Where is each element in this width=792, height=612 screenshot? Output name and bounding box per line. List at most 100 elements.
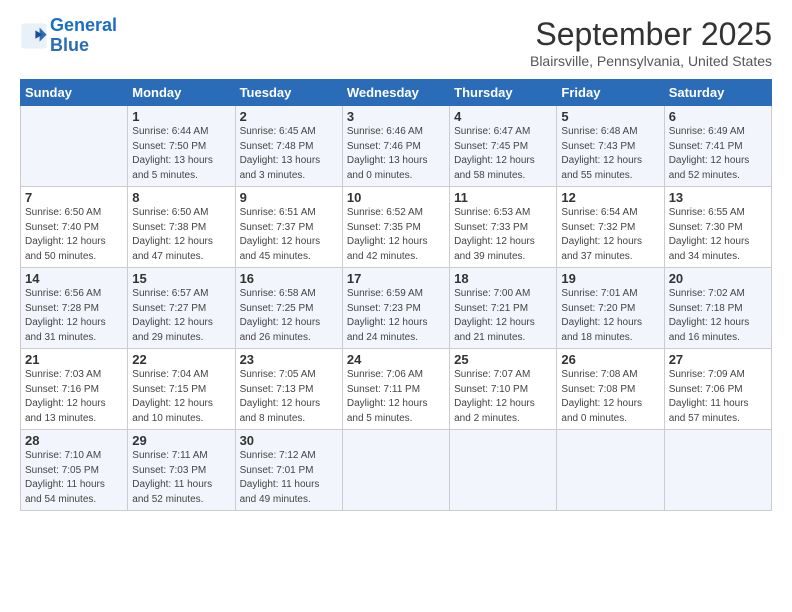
calendar-day-header: Thursday bbox=[450, 80, 557, 106]
day-info: Sunrise: 6:47 AM Sunset: 7:45 PM Dayligh… bbox=[454, 125, 552, 183]
day-info: Sunrise: 6:52 AM Sunset: 7:35 PM Dayligh… bbox=[347, 206, 445, 264]
day-number: 16 bbox=[240, 271, 338, 286]
calendar-cell: 24Sunrise: 7:06 AM Sunset: 7:11 PM Dayli… bbox=[342, 349, 449, 430]
calendar-cell: 6Sunrise: 6:49 AM Sunset: 7:41 PM Daylig… bbox=[664, 106, 771, 187]
day-number: 3 bbox=[347, 109, 445, 124]
day-info: Sunrise: 6:44 AM Sunset: 7:50 PM Dayligh… bbox=[132, 125, 230, 183]
day-info: Sunrise: 7:05 AM Sunset: 7:13 PM Dayligh… bbox=[240, 368, 338, 426]
calendar-header-row: SundayMondayTuesdayWednesdayThursdayFrid… bbox=[21, 80, 772, 106]
day-info: Sunrise: 6:48 AM Sunset: 7:43 PM Dayligh… bbox=[561, 125, 659, 183]
day-number: 2 bbox=[240, 109, 338, 124]
day-number: 14 bbox=[25, 271, 123, 286]
calendar-cell: 9Sunrise: 6:51 AM Sunset: 7:37 PM Daylig… bbox=[235, 187, 342, 268]
calendar-day-header: Tuesday bbox=[235, 80, 342, 106]
day-info: Sunrise: 6:50 AM Sunset: 7:40 PM Dayligh… bbox=[25, 206, 123, 264]
day-number: 5 bbox=[561, 109, 659, 124]
day-info: Sunrise: 7:06 AM Sunset: 7:11 PM Dayligh… bbox=[347, 368, 445, 426]
calendar-cell bbox=[342, 430, 449, 511]
calendar-cell bbox=[664, 430, 771, 511]
day-info: Sunrise: 7:03 AM Sunset: 7:16 PM Dayligh… bbox=[25, 368, 123, 426]
day-number: 17 bbox=[347, 271, 445, 286]
day-number: 24 bbox=[347, 352, 445, 367]
calendar-week-row: 14Sunrise: 6:56 AM Sunset: 7:28 PM Dayli… bbox=[21, 268, 772, 349]
day-number: 19 bbox=[561, 271, 659, 286]
calendar-cell bbox=[21, 106, 128, 187]
calendar-cell: 25Sunrise: 7:07 AM Sunset: 7:10 PM Dayli… bbox=[450, 349, 557, 430]
day-number: 6 bbox=[669, 109, 767, 124]
calendar-cell: 27Sunrise: 7:09 AM Sunset: 7:06 PM Dayli… bbox=[664, 349, 771, 430]
calendar-week-row: 7Sunrise: 6:50 AM Sunset: 7:40 PM Daylig… bbox=[21, 187, 772, 268]
day-info: Sunrise: 7:01 AM Sunset: 7:20 PM Dayligh… bbox=[561, 287, 659, 345]
month-title: September 2025 bbox=[530, 16, 772, 53]
calendar-cell: 11Sunrise: 6:53 AM Sunset: 7:33 PM Dayli… bbox=[450, 187, 557, 268]
calendar-week-row: 21Sunrise: 7:03 AM Sunset: 7:16 PM Dayli… bbox=[21, 349, 772, 430]
calendar-cell: 28Sunrise: 7:10 AM Sunset: 7:05 PM Dayli… bbox=[21, 430, 128, 511]
day-number: 22 bbox=[132, 352, 230, 367]
day-number: 26 bbox=[561, 352, 659, 367]
calendar-cell: 1Sunrise: 6:44 AM Sunset: 7:50 PM Daylig… bbox=[128, 106, 235, 187]
day-info: Sunrise: 6:45 AM Sunset: 7:48 PM Dayligh… bbox=[240, 125, 338, 183]
calendar-cell: 29Sunrise: 7:11 AM Sunset: 7:03 PM Dayli… bbox=[128, 430, 235, 511]
day-info: Sunrise: 7:00 AM Sunset: 7:21 PM Dayligh… bbox=[454, 287, 552, 345]
day-info: Sunrise: 6:58 AM Sunset: 7:25 PM Dayligh… bbox=[240, 287, 338, 345]
calendar-cell: 8Sunrise: 6:50 AM Sunset: 7:38 PM Daylig… bbox=[128, 187, 235, 268]
calendar-cell: 23Sunrise: 7:05 AM Sunset: 7:13 PM Dayli… bbox=[235, 349, 342, 430]
day-number: 28 bbox=[25, 433, 123, 448]
calendar-cell: 30Sunrise: 7:12 AM Sunset: 7:01 PM Dayli… bbox=[235, 430, 342, 511]
day-info: Sunrise: 7:09 AM Sunset: 7:06 PM Dayligh… bbox=[669, 368, 767, 426]
day-info: Sunrise: 7:12 AM Sunset: 7:01 PM Dayligh… bbox=[240, 449, 338, 507]
calendar-cell: 18Sunrise: 7:00 AM Sunset: 7:21 PM Dayli… bbox=[450, 268, 557, 349]
day-info: Sunrise: 6:56 AM Sunset: 7:28 PM Dayligh… bbox=[25, 287, 123, 345]
logo: General Blue bbox=[20, 16, 117, 56]
logo-general: General bbox=[50, 15, 117, 35]
calendar-cell: 4Sunrise: 6:47 AM Sunset: 7:45 PM Daylig… bbox=[450, 106, 557, 187]
day-info: Sunrise: 6:46 AM Sunset: 7:46 PM Dayligh… bbox=[347, 125, 445, 183]
day-number: 27 bbox=[669, 352, 767, 367]
calendar-table: SundayMondayTuesdayWednesdayThursdayFrid… bbox=[20, 79, 772, 511]
day-info: Sunrise: 7:10 AM Sunset: 7:05 PM Dayligh… bbox=[25, 449, 123, 507]
day-number: 20 bbox=[669, 271, 767, 286]
day-number: 29 bbox=[132, 433, 230, 448]
day-info: Sunrise: 6:59 AM Sunset: 7:23 PM Dayligh… bbox=[347, 287, 445, 345]
calendar-week-row: 28Sunrise: 7:10 AM Sunset: 7:05 PM Dayli… bbox=[21, 430, 772, 511]
calendar-cell: 3Sunrise: 6:46 AM Sunset: 7:46 PM Daylig… bbox=[342, 106, 449, 187]
calendar-day-header: Saturday bbox=[664, 80, 771, 106]
day-info: Sunrise: 7:02 AM Sunset: 7:18 PM Dayligh… bbox=[669, 287, 767, 345]
calendar-cell: 26Sunrise: 7:08 AM Sunset: 7:08 PM Dayli… bbox=[557, 349, 664, 430]
day-info: Sunrise: 6:50 AM Sunset: 7:38 PM Dayligh… bbox=[132, 206, 230, 264]
calendar-cell: 16Sunrise: 6:58 AM Sunset: 7:25 PM Dayli… bbox=[235, 268, 342, 349]
day-number: 11 bbox=[454, 190, 552, 205]
day-number: 21 bbox=[25, 352, 123, 367]
day-info: Sunrise: 6:57 AM Sunset: 7:27 PM Dayligh… bbox=[132, 287, 230, 345]
calendar-day-header: Friday bbox=[557, 80, 664, 106]
calendar-cell bbox=[557, 430, 664, 511]
calendar-cell: 21Sunrise: 7:03 AM Sunset: 7:16 PM Dayli… bbox=[21, 349, 128, 430]
day-number: 4 bbox=[454, 109, 552, 124]
day-number: 8 bbox=[132, 190, 230, 205]
calendar-week-row: 1Sunrise: 6:44 AM Sunset: 7:50 PM Daylig… bbox=[21, 106, 772, 187]
calendar-cell: 13Sunrise: 6:55 AM Sunset: 7:30 PM Dayli… bbox=[664, 187, 771, 268]
location-subtitle: Blairsville, Pennsylvania, United States bbox=[530, 53, 772, 69]
day-info: Sunrise: 6:55 AM Sunset: 7:30 PM Dayligh… bbox=[669, 206, 767, 264]
day-info: Sunrise: 6:53 AM Sunset: 7:33 PM Dayligh… bbox=[454, 206, 552, 264]
day-info: Sunrise: 7:11 AM Sunset: 7:03 PM Dayligh… bbox=[132, 449, 230, 507]
calendar-cell: 15Sunrise: 6:57 AM Sunset: 7:27 PM Dayli… bbox=[128, 268, 235, 349]
day-info: Sunrise: 7:08 AM Sunset: 7:08 PM Dayligh… bbox=[561, 368, 659, 426]
day-info: Sunrise: 7:04 AM Sunset: 7:15 PM Dayligh… bbox=[132, 368, 230, 426]
header: General Blue September 2025 Blairsville,… bbox=[20, 16, 772, 69]
day-info: Sunrise: 7:07 AM Sunset: 7:10 PM Dayligh… bbox=[454, 368, 552, 426]
calendar-cell: 2Sunrise: 6:45 AM Sunset: 7:48 PM Daylig… bbox=[235, 106, 342, 187]
calendar-cell: 10Sunrise: 6:52 AM Sunset: 7:35 PM Dayli… bbox=[342, 187, 449, 268]
day-number: 15 bbox=[132, 271, 230, 286]
logo-blue: Blue bbox=[50, 36, 117, 56]
day-info: Sunrise: 6:49 AM Sunset: 7:41 PM Dayligh… bbox=[669, 125, 767, 183]
calendar-cell: 14Sunrise: 6:56 AM Sunset: 7:28 PM Dayli… bbox=[21, 268, 128, 349]
day-number: 13 bbox=[669, 190, 767, 205]
day-number: 9 bbox=[240, 190, 338, 205]
logo-text: General Blue bbox=[50, 16, 117, 56]
title-block: September 2025 Blairsville, Pennsylvania… bbox=[530, 16, 772, 69]
day-info: Sunrise: 6:54 AM Sunset: 7:32 PM Dayligh… bbox=[561, 206, 659, 264]
calendar-cell: 19Sunrise: 7:01 AM Sunset: 7:20 PM Dayli… bbox=[557, 268, 664, 349]
calendar-cell: 22Sunrise: 7:04 AM Sunset: 7:15 PM Dayli… bbox=[128, 349, 235, 430]
calendar-cell: 17Sunrise: 6:59 AM Sunset: 7:23 PM Dayli… bbox=[342, 268, 449, 349]
